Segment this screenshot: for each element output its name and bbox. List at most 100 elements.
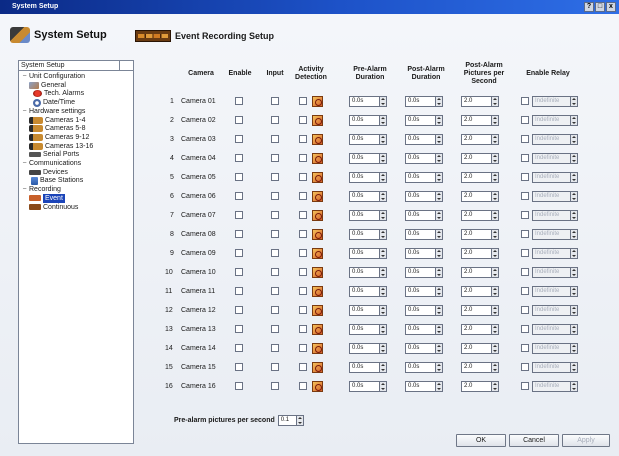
tree-item[interactable]: Base Stations xyxy=(31,176,83,185)
pps-spinner[interactable]: 2.0 xyxy=(461,323,499,335)
expander-icon[interactable]: − xyxy=(22,107,27,116)
relay-spinner[interactable]: Indefinite xyxy=(532,342,578,354)
activity-checkbox[interactable] xyxy=(299,306,307,314)
spinner-arrows-icon[interactable] xyxy=(379,191,386,201)
spinner-arrows-icon[interactable] xyxy=(379,115,386,125)
relay-checkbox[interactable] xyxy=(521,135,529,143)
tree-item[interactable]: Cameras 9-12 xyxy=(29,133,89,142)
relay-checkbox[interactable] xyxy=(521,306,529,314)
motion-detection-icon[interactable] xyxy=(312,209,323,221)
enable-checkbox[interactable] xyxy=(235,344,243,352)
tree-item[interactable]: Devices xyxy=(29,168,68,177)
spinner-arrows-icon[interactable] xyxy=(379,172,386,182)
relay-checkbox[interactable] xyxy=(521,268,529,276)
motion-detection-icon[interactable] xyxy=(312,361,323,373)
motion-detection-icon[interactable] xyxy=(312,152,323,164)
pps-spinner[interactable]: 2.0 xyxy=(461,209,499,221)
spinner-arrows-icon[interactable] xyxy=(379,324,386,334)
post-alarm-spinner[interactable]: 0.0s xyxy=(405,342,443,354)
post-alarm-spinner[interactable]: 0.0s xyxy=(405,171,443,183)
spinner-arrows-icon[interactable] xyxy=(570,324,577,334)
pre-alarm-spinner[interactable]: 0.0s xyxy=(349,266,387,278)
expander-icon[interactable]: − xyxy=(22,72,27,81)
relay-spinner[interactable]: Indefinite xyxy=(532,266,578,278)
tree-item[interactable]: Event xyxy=(29,193,65,203)
activity-checkbox[interactable] xyxy=(299,287,307,295)
spinner-arrows-icon[interactable] xyxy=(491,134,498,144)
tree-root[interactable]: System Setup xyxy=(19,61,133,71)
pps-spinner[interactable]: 2.0 xyxy=(461,304,499,316)
pps-spinner[interactable]: 2.0 xyxy=(461,152,499,164)
relay-spinner[interactable]: Indefinite xyxy=(532,228,578,240)
relay-checkbox[interactable] xyxy=(521,230,529,238)
spinner-arrows-icon[interactable] xyxy=(379,343,386,353)
enable-checkbox[interactable] xyxy=(235,135,243,143)
activity-checkbox[interactable] xyxy=(299,363,307,371)
spinner-arrows-icon[interactable] xyxy=(570,172,577,182)
motion-detection-icon[interactable] xyxy=(312,247,323,259)
spinner-arrows-icon[interactable] xyxy=(570,191,577,201)
enable-checkbox[interactable] xyxy=(235,287,243,295)
spinner-arrows-icon[interactable] xyxy=(570,134,577,144)
pre-alarm-spinner[interactable]: 0.0s xyxy=(349,361,387,373)
pre-alarm-spinner[interactable]: 0.0s xyxy=(349,152,387,164)
input-checkbox[interactable] xyxy=(271,154,279,162)
spinner-arrows-icon[interactable] xyxy=(570,229,577,239)
relay-checkbox[interactable] xyxy=(521,287,529,295)
enable-checkbox[interactable] xyxy=(235,325,243,333)
spinner-arrows-icon[interactable] xyxy=(570,362,577,372)
motion-detection-icon[interactable] xyxy=(312,171,323,183)
activity-checkbox[interactable] xyxy=(299,325,307,333)
activity-checkbox[interactable] xyxy=(299,382,307,390)
input-checkbox[interactable] xyxy=(271,173,279,181)
enable-checkbox[interactable] xyxy=(235,268,243,276)
spinner-arrows-icon[interactable] xyxy=(491,248,498,258)
enable-checkbox[interactable] xyxy=(235,363,243,371)
input-checkbox[interactable] xyxy=(271,135,279,143)
tree-item[interactable]: − Hardware settings xyxy=(22,107,85,116)
spinner-arrows-icon[interactable] xyxy=(379,210,386,220)
tree-item[interactable]: Date/Time xyxy=(33,98,75,107)
input-checkbox[interactable] xyxy=(271,325,279,333)
motion-detection-icon[interactable] xyxy=(312,95,323,107)
tree-item[interactable]: Serial Ports xyxy=(29,150,79,159)
ok-button[interactable]: OK xyxy=(456,434,506,447)
spinner-arrows-icon[interactable] xyxy=(435,362,442,372)
post-alarm-spinner[interactable]: 0.0s xyxy=(405,114,443,126)
tree-item[interactable]: Cameras 1-4 xyxy=(29,116,85,125)
activity-checkbox[interactable] xyxy=(299,173,307,181)
apply-button[interactable]: Apply xyxy=(562,434,610,447)
pre-alarm-spinner[interactable]: 0.0s xyxy=(349,228,387,240)
activity-checkbox[interactable] xyxy=(299,97,307,105)
pps-spinner[interactable]: 2.0 xyxy=(461,342,499,354)
relay-spinner[interactable]: Indefinite xyxy=(532,361,578,373)
help-button[interactable]: ? xyxy=(584,2,594,12)
spinner-arrows-icon[interactable] xyxy=(379,286,386,296)
spinner-arrows-icon[interactable] xyxy=(491,229,498,239)
pre-alarm-spinner[interactable]: 0.0s xyxy=(349,342,387,354)
activity-checkbox[interactable] xyxy=(299,230,307,238)
pps-spinner[interactable]: 2.0 xyxy=(461,133,499,145)
pre-alarm-spinner[interactable]: 0.0s xyxy=(349,171,387,183)
relay-checkbox[interactable] xyxy=(521,344,529,352)
input-checkbox[interactable] xyxy=(271,363,279,371)
spinner-arrows-icon[interactable] xyxy=(379,305,386,315)
restore-button[interactable]: □ xyxy=(595,2,605,12)
spinner-arrows-icon[interactable] xyxy=(435,134,442,144)
relay-spinner[interactable]: Indefinite xyxy=(532,152,578,164)
relay-checkbox[interactable] xyxy=(521,116,529,124)
input-checkbox[interactable] xyxy=(271,344,279,352)
motion-detection-icon[interactable] xyxy=(312,380,323,392)
input-checkbox[interactable] xyxy=(271,97,279,105)
spinner-arrows-icon[interactable] xyxy=(379,134,386,144)
post-alarm-spinner[interactable]: 0.0s xyxy=(405,304,443,316)
spinner-arrows-icon[interactable] xyxy=(379,267,386,277)
enable-checkbox[interactable] xyxy=(235,173,243,181)
spinner-arrows-icon[interactable] xyxy=(491,96,498,106)
relay-checkbox[interactable] xyxy=(521,154,529,162)
motion-detection-icon[interactable] xyxy=(312,190,323,202)
close-button[interactable]: x xyxy=(606,2,616,12)
motion-detection-icon[interactable] xyxy=(312,133,323,145)
spinner-arrows-icon[interactable] xyxy=(491,343,498,353)
spinner-arrows-icon[interactable] xyxy=(570,248,577,258)
